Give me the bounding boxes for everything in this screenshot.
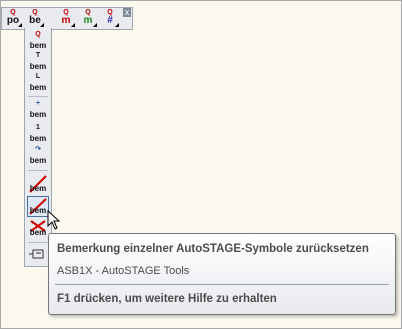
button-superscript: T — [35, 52, 41, 59]
button-label: bem — [29, 228, 47, 237]
dropdown-triangle-icon — [40, 23, 44, 27]
bem-rotate-button[interactable]: ↷ bem — [28, 146, 48, 166]
rotate-icon: ↷ — [35, 146, 41, 153]
dropdown-triangle-icon — [93, 23, 97, 27]
button-label: bem — [29, 41, 47, 50]
bem-q-button[interactable]: Q bem — [28, 31, 48, 51]
button-label: bem — [29, 110, 47, 119]
m-green-q-button[interactable]: Q m — [78, 9, 98, 28]
bem-t-button[interactable]: T bem — [28, 52, 48, 72]
bem-l-button[interactable]: L bem — [28, 73, 48, 93]
bem-1-button[interactable]: 1 bem — [28, 124, 48, 144]
tooltip: Bemerkung einzelner AutoSTAGE-Symbole zu… — [48, 233, 396, 315]
button-superscript: Q — [35, 31, 41, 38]
po-q-button[interactable]: Q po — [3, 9, 23, 28]
tooltip-title: Bemerkung einzelner AutoSTAGE-Symbole zu… — [57, 243, 369, 255]
dropdown-triangle-icon — [115, 23, 119, 27]
button-superscript: 1 — [36, 124, 40, 131]
tooltip-divider — [55, 284, 389, 285]
dropdown-triangle-icon — [71, 23, 75, 27]
button-superscript: L — [35, 73, 41, 80]
bem-reset-all-button[interactable]: bem — [28, 174, 48, 194]
toolbar-separator — [28, 96, 48, 97]
tooltip-help-text: F1 drücken, um weitere Hilfe zu erhalten — [57, 293, 277, 305]
button-label: bem — [29, 184, 47, 193]
dock-button[interactable] — [28, 246, 48, 266]
mouse-cursor-icon — [47, 210, 61, 230]
tooltip-subtitle: ASB1X - AutoSTAGE Tools — [57, 265, 190, 277]
button-label: bem — [29, 83, 47, 92]
close-icon[interactable]: x — [123, 8, 131, 17]
be-q-button[interactable]: Q be — [25, 9, 45, 28]
button-label: bem — [29, 206, 47, 215]
dock-icon — [29, 249, 44, 259]
m-red-q-button[interactable]: Q m — [56, 9, 76, 28]
horizontal-toolbar: Q po Q be Q m Q m Q # — [1, 7, 133, 30]
button-label: bem — [29, 156, 47, 165]
bem-delete-button[interactable]: bem — [28, 218, 48, 238]
button-label: bem — [29, 134, 47, 143]
hash-q-button[interactable]: Q # — [100, 9, 120, 28]
button-label: bem — [29, 62, 47, 71]
move-icon: + — [35, 100, 41, 107]
bem-reset-single-button[interactable]: bem — [27, 196, 49, 217]
vertical-toolbar: Q bem T bem L bem + bem 1 bem ↷ bem bem … — [24, 28, 52, 267]
bem-move-button[interactable]: + bem — [28, 100, 48, 120]
dropdown-triangle-icon — [18, 23, 22, 27]
toolbar-separator — [28, 170, 48, 171]
toolbar-separator — [28, 242, 48, 243]
